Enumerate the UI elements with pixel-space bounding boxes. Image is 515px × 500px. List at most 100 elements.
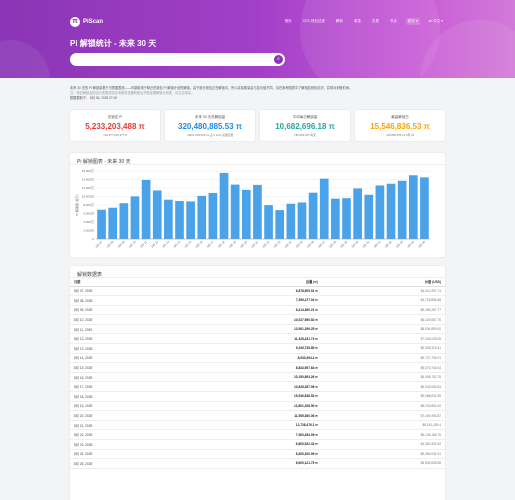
chart-bar <box>108 207 118 239</box>
x-tick-label: 8月 26 <box>306 240 315 249</box>
x-tick-label: 9月 01 <box>373 240 382 249</box>
column-header-amount[interactable]: 总量 (π) <box>184 278 322 287</box>
table-row: 8月 25, 2025 8,600,121.75 π $5,505,698.98 <box>70 458 445 469</box>
table-row: 8月 21, 2025 12,728,476.1 π $8,161,429.4 <box>70 420 445 431</box>
logo-text: PiScan <box>83 19 104 25</box>
x-tick-label: 8月 21 <box>250 240 259 249</box>
stat-card-peak-day: 最高解锁日 15,546,836.53 π ≈$9,858,655.21 8月 … <box>355 110 445 141</box>
table-cell-value: $6,429,857.76 <box>321 314 445 325</box>
table-row: 8月 16, 2025 10,150,893.26 π $6,508,752.76 <box>70 372 445 383</box>
table-row: 8月 18, 2025 15,546,836.53 π $9,968,631.59 <box>70 391 445 402</box>
table-cell-amount: 12,801,208.90 π <box>184 401 322 412</box>
x-tick-label: 8月 30 <box>351 240 360 249</box>
table-row: 8月 07, 2025 6,878,505.51 π $4,410,497.74 <box>70 286 445 297</box>
x-tick-label: 8月 13 <box>161 240 170 249</box>
table-cell-date: 8月 20, 2025 <box>70 410 185 421</box>
table-cell-date: 8月 07, 2025 <box>70 286 185 297</box>
table-cell-amount: 8,843,957.64 π <box>184 362 322 373</box>
table-cell-date: 8月 09, 2025 <box>70 305 185 316</box>
nav-links: 首页 CEX 钱包过滤 解析 收录 交易 节点 统计 ▾ zh 中文 ▾ <box>283 18 445 25</box>
x-tick-label: 9月 04 <box>406 240 415 249</box>
table-cell-amount: 10,150,893.26 π <box>184 372 322 383</box>
stat-card-30day-unlock: 未来 30 天总解锁量 320,480,885.53 π ≈$201,039,5… <box>165 110 255 141</box>
table-row: 8月 24, 2025 8,300,200.99 π $5,366,031.91 <box>70 449 445 460</box>
x-tick-label: 8月 18 <box>217 240 226 249</box>
y-tick-label: 8,000万 <box>83 203 94 207</box>
unlock-chart-card: Pi 解锁图表 - 未来 30 天 0 2,000万 4,000万 6,000万 8,0… <box>70 153 445 257</box>
table-cell-value: $5,727,796.01 <box>321 353 445 364</box>
nav-link-transactions[interactable]: 交易 <box>370 18 381 25</box>
table-cell-amount: 6,878,505.51 π <box>184 286 322 297</box>
table-cell-value: $5,670,745.04 <box>321 362 445 373</box>
table-cell-amount: 11,425,431.74 π <box>184 333 322 345</box>
decorative-bubble <box>0 40 50 78</box>
table-cell-date: 8月 12, 2025 <box>70 333 185 345</box>
table-row: 8月 17, 2025 10,828,267.06 π $6,943,084.84 <box>70 381 445 393</box>
x-tick-label: 8月 07 <box>95 240 104 249</box>
table-cell-date: 8月 18, 2025 <box>70 391 185 402</box>
table-row: 8月 09, 2025 8,414,360.21 π $5,395,287.77 <box>70 305 445 316</box>
site-logo[interactable]: π PiScan <box>70 17 103 27</box>
table-cell-date: 8月 19, 2025 <box>70 401 185 412</box>
table-cell-amount: 15,546,836.53 π <box>184 391 322 402</box>
table-cell-amount: 11,555,360.06 π <box>184 410 322 421</box>
nav-link-analysis[interactable]: 解析 <box>334 18 345 25</box>
chart-bar <box>119 203 129 239</box>
x-tick-label: 8月 25 <box>295 240 304 249</box>
table-cell-value: $8,904,899.00 <box>321 324 445 335</box>
chart-bar <box>375 185 385 239</box>
table-cell-date: 8月 14, 2025 <box>70 353 185 364</box>
chart-bar <box>208 192 218 239</box>
table-row: 8月 11, 2025 13,901,299.25 π $8,904,899.00 <box>70 324 445 335</box>
nav-link-nodes[interactable]: 节点 <box>388 18 399 25</box>
language-selector[interactable]: zh 中文 ▾ <box>427 18 445 25</box>
table-row: 8月 10, 2025 10,027,950.52 π $6,429,857.76 <box>70 314 445 325</box>
x-tick-label: 8月 22 <box>262 240 271 249</box>
x-tick-label: 9月 05 <box>417 240 426 249</box>
x-tick-label: 9月 03 <box>395 240 404 249</box>
table-cell-amount: 7,963,454.09 π <box>184 429 322 440</box>
stats-cards: 总锁定 Pi 5,233,203,488 π ≈$1,977,615,377.8… <box>70 110 445 141</box>
x-tick-label: 8月 27 <box>317 240 326 249</box>
table-cell-date: 8月 08, 2025 <box>70 295 185 306</box>
top-navbar: π PiScan 首页 CEX 钱包过滤 解析 收录 交易 节点 统计 ▾ zh… <box>0 10 515 34</box>
chart-bar <box>230 184 240 239</box>
table-cell-amount: 10,027,950.52 π <box>184 314 322 325</box>
x-tick-label: 8月 10 <box>128 240 137 249</box>
stat-sub: ≈$6,863,187 每天 <box>294 133 316 137</box>
x-tick-label: 8月 24 <box>284 240 293 249</box>
chart-bar <box>241 189 251 239</box>
nav-link-cex-wallets[interactable]: CEX 钱包过滤 <box>301 18 327 25</box>
unlock-table-card: 解锁数据表 日期 总量 (π) 价值 (USD) 8月 07, 2025 6,87… <box>70 266 445 500</box>
stat-card-daily-average: 平均每日解锁量 10,682,696.18 π ≈$6,863,187 每天 <box>260 110 350 141</box>
table-cell-value: $4,410,497.74 <box>321 286 445 297</box>
chart-bar <box>342 198 351 239</box>
unlock-data-table: 日期 总量 (π) 价值 (USD) 8月 07, 2025 6,878,505.… <box>70 278 445 469</box>
stat-label: 未来 30 天总解锁量 <box>194 115 226 119</box>
table-row: 8月 12, 2025 11,425,431.74 π $7,326,028.05 <box>70 333 445 345</box>
chart-bar <box>175 201 184 239</box>
y-tick-label: 10,000万 <box>82 195 94 199</box>
y-tick-label: 6,000万 <box>83 212 94 216</box>
nav-link-home[interactable]: 首页 <box>283 18 294 25</box>
column-header-date[interactable]: 日期 <box>70 278 185 287</box>
nav-link-records[interactable]: 收录 <box>352 18 363 25</box>
table-row: 8月 20, 2025 11,555,360.06 π $7,409,394.87 <box>70 410 445 421</box>
table-cell-date: 8月 21, 2025 <box>70 420 185 431</box>
y-tick-label: 2,000万 <box>83 229 94 233</box>
y-tick-label: 0 <box>92 237 94 241</box>
column-header-value[interactable]: 价值 (USD) <box>321 278 445 287</box>
chart-bar <box>141 179 151 239</box>
chart-bar <box>397 180 407 239</box>
search-input[interactable] <box>70 53 260 66</box>
table-header-row: 日期 总量 (π) 价值 (USD) <box>70 278 445 287</box>
x-tick-label: 8月 08 <box>106 240 115 249</box>
pi-logo-icon: π <box>70 17 80 27</box>
table-cell-amount: 9,245,735.85 π <box>184 343 322 354</box>
chart-bar <box>186 201 195 239</box>
search-icon[interactable]: ⌕ <box>274 55 283 64</box>
table-row: 8月 13, 2025 9,245,735.85 π $5,928,319.41 <box>70 343 445 354</box>
nav-dropdown-stats[interactable]: 统计 ▾ <box>405 18 420 25</box>
table-cell-amount: 13,901,299.25 π <box>184 324 322 335</box>
table-cell-value: $5,505,698.98 <box>321 458 445 469</box>
